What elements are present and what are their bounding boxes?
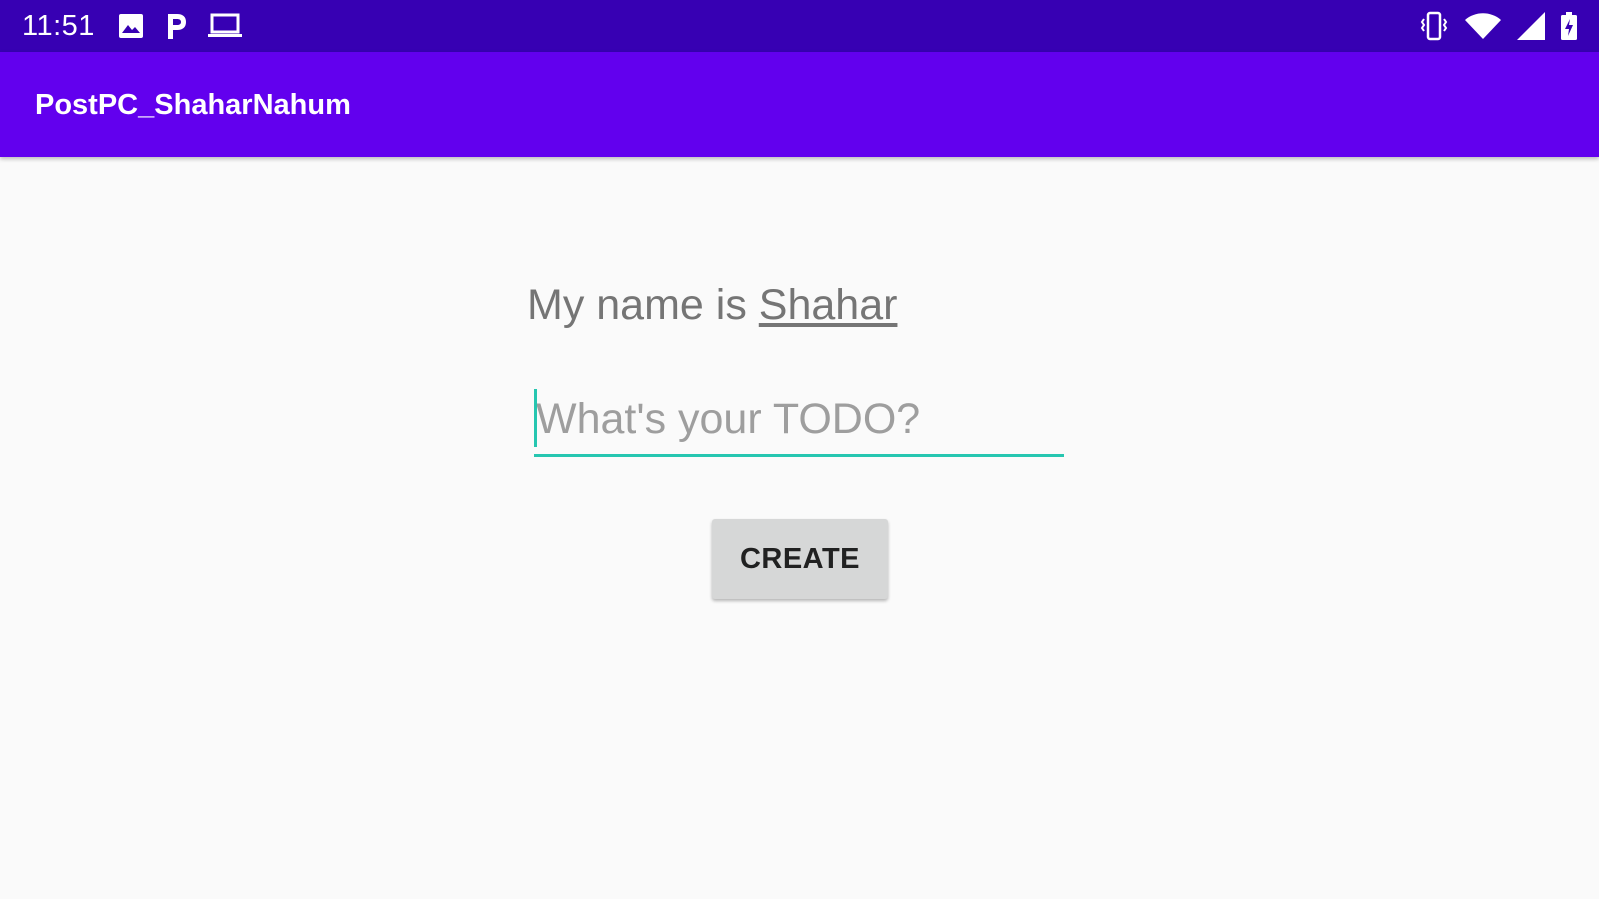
name-value: Shahar — [758, 281, 898, 329]
text-cursor — [534, 389, 537, 447]
status-time: 11:51 — [22, 10, 95, 42]
status-bar: 11:51 — [0, 0, 1599, 52]
system-icons — [1403, 10, 1577, 42]
notification-icons — [118, 10, 262, 42]
todo-input[interactable] — [534, 385, 1064, 453]
name-prefix: My name is — [527, 281, 759, 329]
wifi-icon — [1465, 12, 1501, 40]
name-line: My name is Shahar — [527, 280, 897, 330]
battery-charging-icon — [1561, 12, 1577, 40]
laptop-icon — [208, 13, 242, 39]
image-icon — [118, 13, 144, 39]
app-title: PostPC_ShaharNahum — [35, 89, 351, 121]
signal-icon — [1517, 12, 1545, 40]
todo-field[interactable] — [534, 385, 1064, 457]
create-button[interactable]: CREATE — [712, 519, 888, 599]
parking-icon — [164, 12, 188, 40]
vibrate-icon — [1419, 11, 1449, 41]
app-bar: PostPC_ShaharNahum — [0, 52, 1599, 157]
